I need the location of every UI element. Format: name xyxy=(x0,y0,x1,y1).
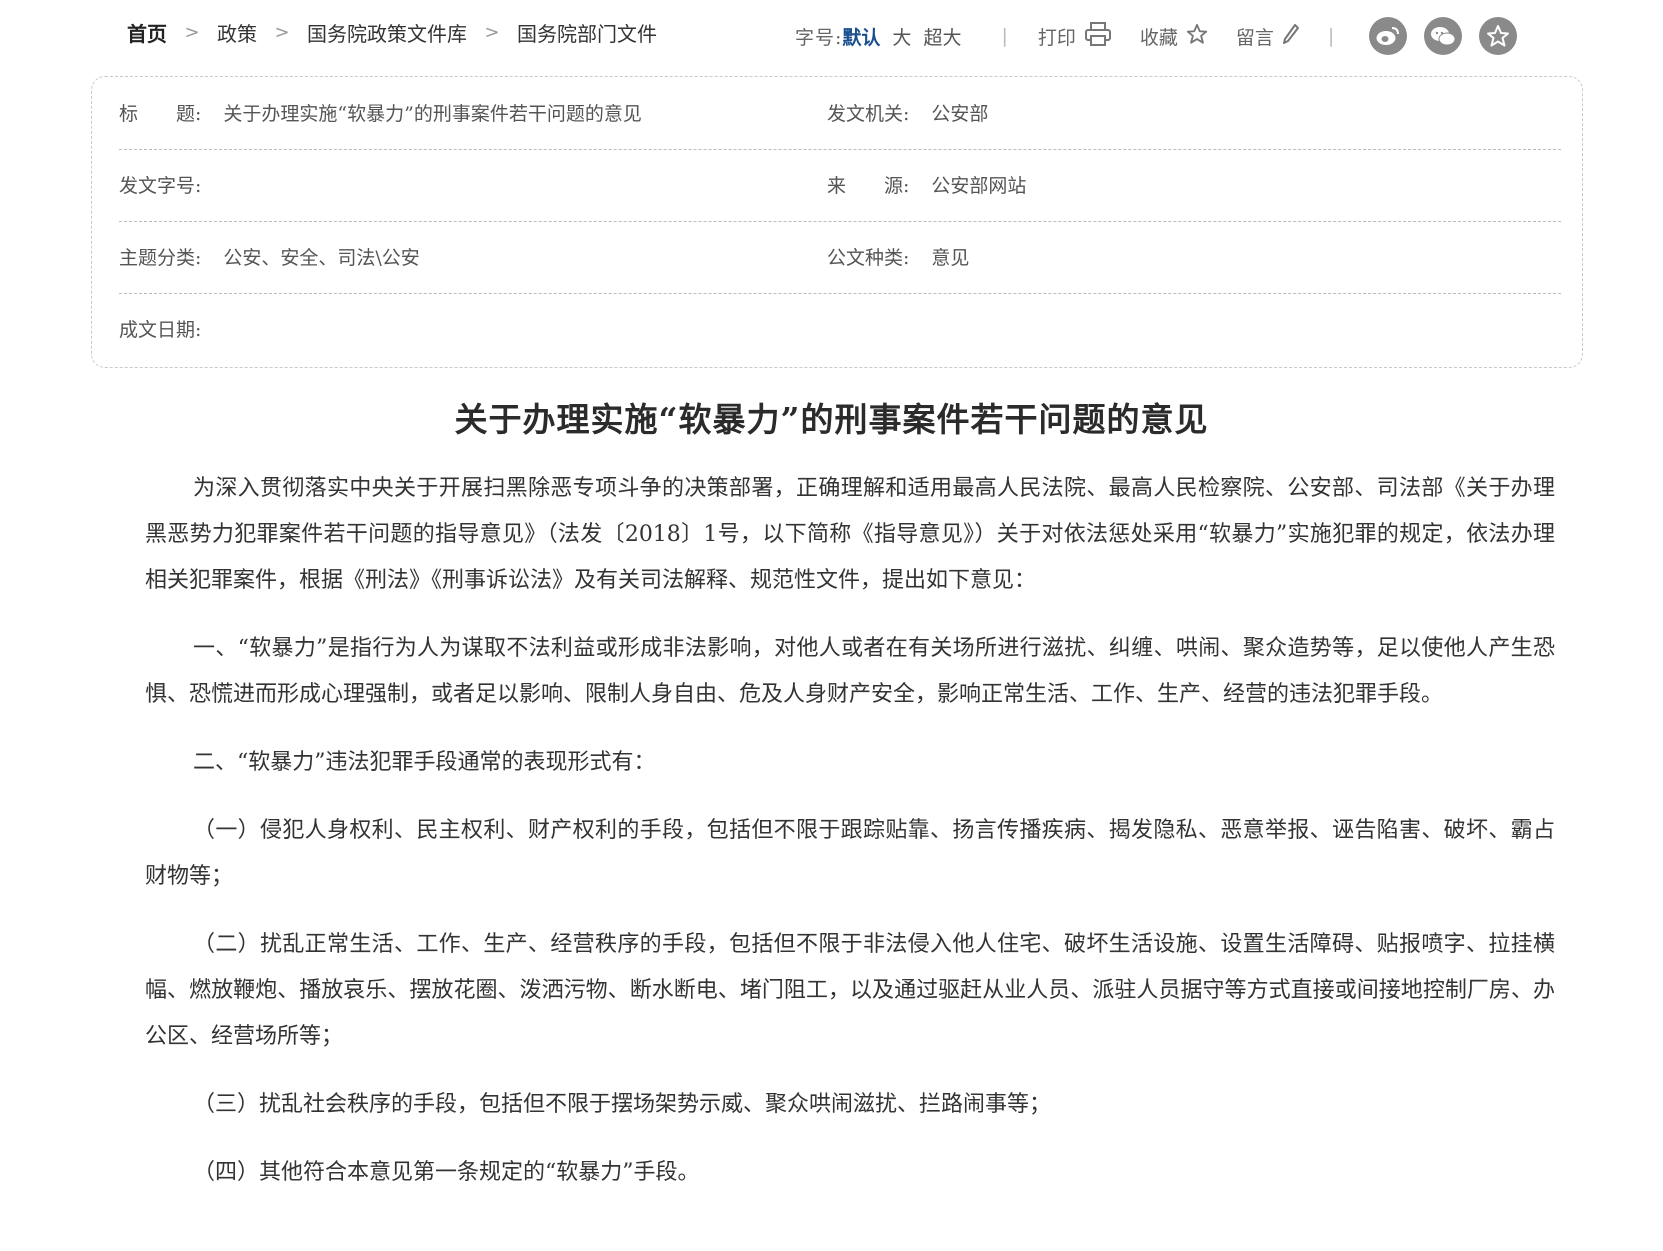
toolbar-divider: | xyxy=(1001,25,1008,47)
comment-button[interactable]: 留言 xyxy=(1236,23,1300,50)
article-paragraph: （三）扰乱社会秩序的手段，包括但不限于摆场架势示威、聚众哄闹滋扰、拦路闹事等； xyxy=(193,1092,1052,1117)
print-label: 打印 xyxy=(1037,26,1076,49)
title-label: 标 题: xyxy=(119,103,202,125)
breadcrumb-separator: > xyxy=(274,22,290,43)
title-field: 标 题: 关于办理实施“软暴力”的刑事案件若干问题的意见 xyxy=(119,99,642,126)
article-paragraph: （四）其他符合本意见第一条规定的“软暴力”手段。 xyxy=(193,1160,700,1185)
favorite-button[interactable]: 收藏 xyxy=(1140,23,1208,50)
comment-label: 留言 xyxy=(1235,26,1274,49)
topic-value: 公安、安全、司法\公安 xyxy=(223,247,420,269)
wechat-icon[interactable] xyxy=(1424,17,1463,55)
article-body: 为深入贯彻落实中央关于开展扫黑除恶专项斗争的决策部署，正确理解和适用最高人民法院… xyxy=(145,466,1555,1218)
breadcrumb-policy-library-link[interactable]: 国务院政策文件库 xyxy=(307,18,467,47)
article-title: 关于办理实施“软暴力”的刑事案件若干问题的意见 xyxy=(454,400,1209,439)
doc-number-field: 发文字号: xyxy=(119,171,223,198)
weibo-icon[interactable] xyxy=(1369,17,1408,55)
info-row: 主题分类: 公安、安全、司法\公安 公文种类: 意见 xyxy=(119,221,1561,294)
article-paragraph: （二）扰乱正常生活、工作、生产、经营秩序的手段，包括但不限于非法侵入他人住宅、破… xyxy=(145,932,1555,1049)
article-paragraph: 二、“软暴力”违法犯罪手段通常的表现形式有： xyxy=(193,750,656,775)
issuer-field: 发文机关: 公安部 xyxy=(827,99,988,126)
font-size-default-button[interactable]: 默认 xyxy=(842,23,880,50)
breadcrumb-home-link[interactable]: 首页 xyxy=(127,18,167,47)
print-button[interactable]: 打印 xyxy=(1038,21,1112,52)
share-group xyxy=(1352,17,1518,55)
date-field: 成文日期: xyxy=(119,315,223,342)
topic-field: 主题分类: 公安、安全、司法\公安 xyxy=(119,243,420,270)
font-size-large-button[interactable]: 大 xyxy=(892,23,911,50)
doc-type-label: 公文种类: xyxy=(827,247,910,269)
font-size-xlarge-button[interactable]: 超大 xyxy=(923,23,961,50)
breadcrumb-separator: > xyxy=(484,22,500,43)
title-value: 关于办理实施“软暴力”的刑事案件若干问题的意见 xyxy=(223,103,642,125)
article-toolbar: 字号: 默认 大 超大 | 打印 收藏 留言 | xyxy=(795,16,1518,56)
breadcrumb-policy-link[interactable]: 政策 xyxy=(217,18,257,47)
article-paragraph: 为深入贯彻落实中央关于开展扫黑除恶专项斗争的决策部署，正确理解和适用最高人民法院… xyxy=(145,476,1555,593)
issuer-label: 发文机关: xyxy=(827,103,910,125)
date-label: 成文日期: xyxy=(119,319,202,341)
font-size-label: 字号: xyxy=(795,26,843,49)
info-row: 标 题: 关于办理实施“软暴力”的刑事案件若干问题的意见 发文机关: 公安部 xyxy=(119,77,1561,150)
printer-icon xyxy=(1076,21,1112,52)
pencil-icon xyxy=(1274,23,1300,50)
breadcrumb-department-docs-link[interactable]: 国务院部门文件 xyxy=(517,18,657,47)
doc-type-value: 意见 xyxy=(931,247,970,269)
info-row: 发文字号: 来 源: 公安部网站 xyxy=(119,149,1561,222)
breadcrumb-separator: > xyxy=(184,22,200,43)
doc-number-label: 发文字号: xyxy=(119,175,202,197)
article-paragraph: （一）侵犯人身权利、民主权利、财产权利的手段，包括但不限于跟踪贴靠、扬言传播疾病… xyxy=(145,818,1555,889)
issuer-value: 公安部 xyxy=(931,103,989,125)
top-bar: 首页 > 政策 > 国务院政策文件库 > 国务院部门文件 字号: 默认 大 超大… xyxy=(0,0,1663,70)
toolbar-divider: | xyxy=(1327,25,1335,47)
doc-type-field: 公文种类: 意见 xyxy=(827,243,969,270)
info-row: 成文日期: xyxy=(119,293,1561,365)
star-outline-icon xyxy=(1178,23,1208,50)
topic-label: 主题分类: xyxy=(119,247,202,269)
source-label: 来 源: xyxy=(827,175,910,197)
document-info-box: 标 题: 关于办理实施“软暴力”的刑事案件若干问题的意见 发文机关: 公安部 发… xyxy=(91,76,1583,368)
favorite-star-icon[interactable] xyxy=(1479,17,1518,55)
breadcrumb: 首页 > 政策 > 国务院政策文件库 > 国务院部门文件 xyxy=(127,18,657,47)
article-paragraph: 一、“软暴力”是指行为人为谋取不法利益或形成非法影响，对他人或者在有关场所进行滋… xyxy=(145,636,1555,707)
source-field: 来 源: 公安部网站 xyxy=(827,171,1026,198)
source-value: 公安部网站 xyxy=(931,175,1027,197)
favorite-label: 收藏 xyxy=(1139,26,1178,49)
